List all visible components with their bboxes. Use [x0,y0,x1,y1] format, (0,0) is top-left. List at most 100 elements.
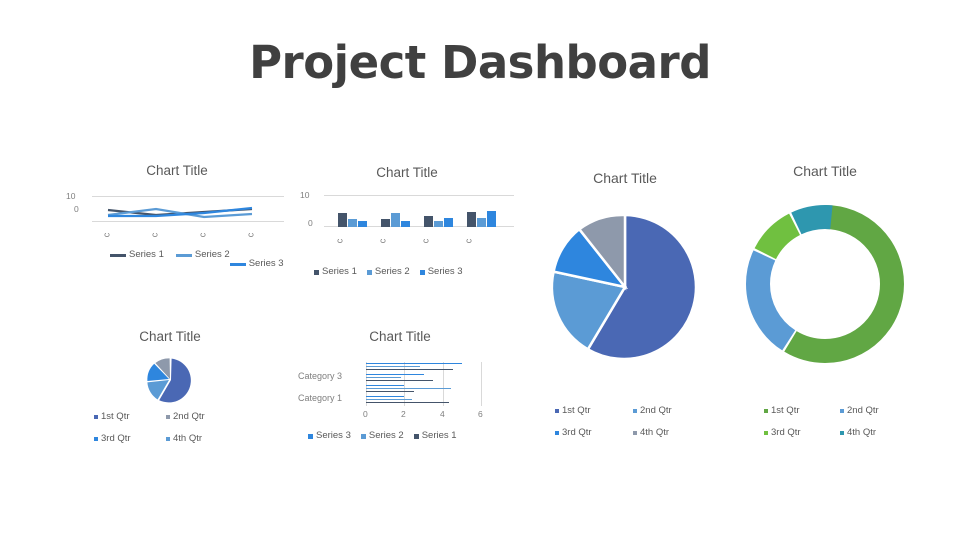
x-tick-label: c [150,232,160,238]
legend-item[interactable]: 3rd Qtr [555,427,633,439]
legend-label: 3rd Qtr [101,433,131,444]
legend-item[interactable]: 1st Qtr [94,411,166,423]
hbar-s2-c2 [366,388,451,390]
legend-swatch-icon [764,409,768,413]
pie-graphic [147,358,191,403]
x-tick-label: 6 [478,409,483,419]
bar-s3-c2 [401,221,410,227]
pie-graphic [550,213,698,361]
legend-label: 4th Qtr [847,427,877,438]
legend-item[interactable]: Series 3 [419,266,463,278]
chart-legend[interactable]: Series 3 Series 2 Series 1 [308,430,513,442]
legend-swatch-icon [175,253,192,257]
legend-item[interactable]: 4th Qtr [633,427,711,439]
legend-label: 2nd Qtr [640,405,672,416]
bar-s2-c1 [348,219,357,227]
bar-s3-c4 [487,211,496,227]
bar-s1-c1 [338,213,347,227]
chart-column[interactable]: Chart Title 10 0 c c c c Series 1 Series… [292,160,522,290]
legend-label: Series 2 [194,249,230,260]
legend-label: 4th Qtr [173,433,203,444]
chart-pie-large[interactable]: Chart Title 1st Qtr 2nd Qtr 3rd Qtr 4th … [520,162,730,452]
legend-label: 2nd Qtr [847,405,879,416]
chart-title: Chart Title [376,165,438,180]
legend-item[interactable]: Series 1 [413,430,457,442]
bar-s1-c3 [424,216,433,227]
legend-swatch-icon [633,409,637,413]
legend-item[interactable]: Series 2 [175,249,230,261]
pie-slices [550,213,698,361]
chart-doughnut[interactable]: Chart Title 1st Qtr 2nd Qtr 3rd Qtr 4th … [722,155,928,455]
x-tick-label: c [102,232,112,238]
chart-legend[interactable]: 1st Qtr 2nd Qtr 3rd Qtr 4th Qtr [555,405,715,439]
legend-label: Series 2 [374,266,410,277]
legend-label: 2nd Qtr [173,411,205,422]
legend-swatch-icon [840,431,844,435]
legend-item[interactable]: Series 2 [366,266,410,278]
hbar-s1-c4 [366,369,453,371]
chart-bar-horizontal[interactable]: Chart Title Category 3 Category 1 0 2 4 … [290,326,510,456]
legend-item[interactable]: 3rd Qtr [764,427,840,439]
legend-label: Series 3 [427,266,463,277]
bar-s1-c4 [467,212,476,227]
legend-swatch-icon [94,415,98,419]
legend-item[interactable]: 1st Qtr [764,405,840,417]
x-tick-label: c [198,232,208,238]
hbar-s2-c3 [366,377,401,379]
legend-swatch-icon [308,433,313,439]
legend-swatch-icon [555,409,559,413]
plot-area [324,195,514,227]
chart-legend[interactable]: Series 1 Series 2 Series 3 [110,249,300,270]
chart-pie-small[interactable]: Chart Title 1st Qtr 2nd Qtr 3rd Qtr 4th … [70,326,270,456]
plot-area [92,196,284,222]
legend-swatch-icon [366,269,372,275]
legend-label: Series 1 [322,266,357,277]
x-tick-label: c [335,238,345,244]
legend-swatch-icon [419,269,425,275]
legend-swatch-icon [166,415,170,419]
legend-item[interactable]: 3rd Qtr [94,433,166,445]
chart-title: Chart Title [793,163,857,179]
legend-label: 3rd Qtr [562,427,592,438]
bar-s2-c2 [391,213,400,227]
legend-label: 1st Qtr [101,411,130,422]
y-category-label: Category 1 [298,393,343,403]
legend-item[interactable]: Series 1 [110,249,164,261]
legend-swatch-icon [110,253,126,257]
chart-legend[interactable]: 1st Qtr 2nd Qtr 3rd Qtr 4th Qtr [94,411,254,445]
legend-swatch-icon [840,409,844,413]
legend-item[interactable]: Series 1 [314,266,357,278]
chart-title: Chart Title [146,163,208,178]
legend-swatch-icon [555,431,559,435]
x-tick-label: 2 [401,409,406,419]
x-tick-label: 0 [363,409,368,419]
hbar-s3-c4 [366,363,462,365]
legend-label: Series 1 [129,249,164,260]
legend-item[interactable]: 2nd Qtr [633,405,711,417]
bar-s3-c3 [444,218,453,227]
legend-item[interactable]: 1st Qtr [555,405,633,417]
legend-item[interactable]: 4th Qtr [840,427,916,439]
legend-swatch-icon [413,433,419,439]
bar-s3-c1 [358,221,367,227]
legend-label: 4th Qtr [640,427,670,438]
hbar-s3-c1 [366,396,404,398]
line-series-group [107,206,253,219]
legend-item[interactable]: Series 3 [308,430,351,442]
x-tick-label: c [421,238,431,244]
chart-line[interactable]: Chart Title 10 0 c c c c Series 1 Series… [52,160,302,290]
doughnut-graphic [746,205,904,363]
bar-s1-c2 [381,219,390,227]
legend-item[interactable]: Series 3 [229,258,284,270]
chart-legend[interactable]: 1st Qtr 2nd Qtr 3rd Qtr 4th Qtr [764,405,924,439]
legend-item[interactable]: 4th Qtr [166,433,238,445]
bar-s2-c4 [477,218,486,227]
x-tick-label: c [246,232,256,238]
legend-item[interactable]: Series 2 [360,430,404,442]
vgridline-6 [481,362,482,406]
legend-item[interactable]: 2nd Qtr [840,405,916,417]
chart-legend[interactable]: Series 1 Series 2 Series 3 [314,266,524,278]
chart-title: Chart Title [139,329,201,344]
legend-item[interactable]: 2nd Qtr [166,411,238,423]
legend-label: Series 3 [248,258,284,269]
